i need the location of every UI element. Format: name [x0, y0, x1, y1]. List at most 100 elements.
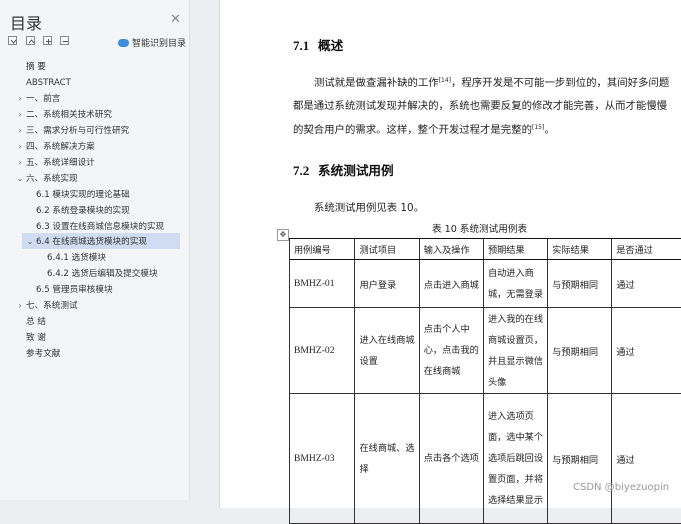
table-cell: 与预期相同: [548, 308, 612, 394]
toc-item-label: 总 结: [26, 317, 46, 327]
table-cell: 点击个人中心，点击我的在线商城: [419, 308, 483, 394]
table-cell: BMHZ-03: [290, 394, 355, 524]
toc-item-6-4-2[interactable]: 6.4.2 选货后编辑及提交模块: [47, 267, 158, 281]
chevron-right-icon[interactable]: ›: [16, 299, 24, 313]
table-cell: 自动进入商城，无需登录: [483, 260, 547, 308]
table-row: BMHZ-03 在线商城、选择 点击各个选项 进入选项页面，选中某个选项后跳回设…: [290, 394, 681, 524]
toc-item-6-4[interactable]: ⌄6.4 在线商城选货模块的实现: [36, 235, 147, 249]
toc-item-6-1[interactable]: 6.1 模块实现的理论基础: [36, 188, 130, 202]
heading-7-2: 7.2 系统测试用例: [293, 160, 394, 179]
table-cell: 与预期相同: [548, 260, 612, 308]
table-cell: 进入选项页面，选中某个选项后跳回设置页面，并将选择结果显示: [483, 394, 547, 524]
toc-item-label: ABSTRACT: [26, 78, 71, 88]
toc-item-summary[interactable]: 总 结: [26, 315, 46, 329]
table-cell: 点击进入商城: [419, 260, 483, 308]
toc-item-label: 6.4.2 选货后编辑及提交模块: [47, 269, 158, 279]
toc-panel: 目录 ✕ 智能识别目录 摘 要 ABSTRACT ›一、前言 ›二、系统相关技术…: [0, 0, 190, 500]
toc-item-ch2[interactable]: ›二、系统相关技术研究: [26, 108, 112, 122]
toc-item-ch3[interactable]: ›三、需求分析与可行性研究: [26, 124, 129, 138]
toc-item-label: 摘 要: [26, 62, 46, 72]
citation: [14]: [439, 77, 451, 84]
column-header: 用例编号: [290, 239, 355, 260]
toc-item-abstract-en[interactable]: ABSTRACT: [26, 76, 71, 90]
toc-item-ch1[interactable]: ›一、前言: [26, 92, 60, 106]
toc-title: 目录: [10, 10, 42, 34]
column-header: 输入及操作: [419, 239, 483, 260]
table-cell: 进入我的在线商城设置页，并且显示微信头像: [483, 308, 547, 394]
table-cell: 在线商城、选择: [355, 394, 419, 524]
table-header-row: 用例编号 测试项目 输入及操作 预期结果 实际结果 是否通过: [290, 239, 681, 260]
table-cell: BMHZ-02: [290, 308, 355, 394]
toc-item-label: 六、系统实现: [26, 174, 78, 184]
toc-item-6-4-1[interactable]: 6.4.1 选货模块: [47, 251, 106, 265]
toc-item-label: 七、系统测试: [26, 301, 78, 311]
table-cell: BMHZ-01: [290, 260, 355, 308]
chevron-right-icon[interactable]: ›: [16, 124, 24, 138]
toc-item-ch6[interactable]: ⌄六、系统实现: [26, 172, 78, 186]
close-icon[interactable]: ✕: [170, 12, 181, 27]
table-cell: 与预期相同: [548, 394, 612, 524]
chevron-down-icon[interactable]: ⌄: [16, 172, 24, 186]
toc-item-label: 6.4 在线商城选货模块的实现: [36, 237, 147, 247]
cloud-icon: [118, 39, 129, 47]
table-cell: 通过: [612, 260, 681, 308]
toc-item-label: 五、系统详细设计: [26, 158, 95, 168]
heading-number: 7.2: [293, 163, 309, 178]
table-cell: 点击各个选项: [419, 394, 483, 524]
heading-number: 7.1: [293, 38, 309, 53]
smart-toc-label: 智能识别目录: [132, 39, 186, 49]
add-icon[interactable]: [43, 36, 52, 45]
toc-item-references[interactable]: 参考文献: [26, 347, 60, 361]
watermark: CSDN @biyezuopin: [573, 482, 669, 493]
toc-item-6-3[interactable]: 6.3 设置在线商城信息模块的实现: [36, 220, 164, 234]
toc-item-label: 6.4.1 选货模块: [47, 253, 106, 263]
toc-item-label: 6.1 模块实现的理论基础: [36, 190, 130, 200]
chevron-down-icon[interactable]: ⌄: [26, 235, 34, 249]
toc-item-label: 6.3 设置在线商城信息模块的实现: [36, 222, 164, 232]
column-header: 是否通过: [612, 239, 681, 260]
toc-item-ch7[interactable]: ›七、系统测试: [26, 299, 78, 313]
table-caption: 表 10 系统测试用例表: [432, 221, 527, 235]
citation: [15]: [532, 124, 544, 131]
toc-item-label: 三、需求分析与可行性研究: [26, 126, 129, 136]
toc-item-abstract-cn[interactable]: 摘 要: [26, 60, 46, 74]
chevron-right-icon[interactable]: ›: [16, 156, 24, 170]
table-row: BMHZ-01 用户登录 点击进入商城 自动进入商城，无需登录 与预期相同 通过: [290, 260, 681, 308]
toc-item-label: 6.5 管理员审核模块: [36, 285, 113, 295]
table-move-handle-icon[interactable]: ✥: [277, 229, 289, 241]
table-cell: 通过: [612, 308, 681, 394]
text-run: 测试就是做查漏补缺的工作: [314, 77, 439, 89]
text-run: 。: [544, 124, 554, 136]
paragraph-table-ref: 系统测试用例见表 10。: [314, 197, 424, 220]
toc-item-label: 四、系统解决方案: [26, 142, 95, 152]
toc-item-label: 一、前言: [26, 94, 60, 104]
collapse-all-icon[interactable]: [8, 36, 17, 45]
heading-7-1: 7.1 概述: [293, 35, 343, 54]
table-cell: 用户登录: [355, 260, 419, 308]
toc-item-label: 6.2 系统登录模块的实现: [36, 206, 130, 216]
table-cell: 进入在线商城设置: [355, 308, 419, 394]
column-header: 预期结果: [483, 239, 547, 260]
expand-icon[interactable]: [26, 36, 35, 45]
smart-toc-button[interactable]: 智能识别目录: [118, 36, 186, 49]
chevron-right-icon[interactable]: ›: [16, 108, 24, 122]
chevron-right-icon[interactable]: ›: [16, 140, 24, 154]
toc-item-thanks[interactable]: 致 谢: [26, 331, 46, 345]
toc-item-label: 参考文献: [26, 349, 60, 359]
toc-item-label: 致 谢: [26, 333, 46, 343]
column-header: 实际结果: [548, 239, 612, 260]
toc-item-ch4[interactable]: ›四、系统解决方案: [26, 140, 95, 154]
document-page[interactable]: 7.1 概述 测试就是做查漏补缺的工作[14]，程序开发是不可能一步到位的，其间…: [219, 0, 681, 508]
remove-icon[interactable]: [60, 36, 69, 45]
paragraph-overview: 测试就是做查漏补缺的工作[14]，程序开发是不可能一步到位的，其间好多问题都是通…: [293, 70, 675, 142]
toc-item-6-5[interactable]: 6.5 管理员审核模块: [36, 283, 113, 297]
toc-item-ch5[interactable]: ›五、系统详细设计: [26, 156, 95, 170]
toc-item-label: 二、系统相关技术研究: [26, 110, 112, 120]
chevron-right-icon[interactable]: ›: [16, 92, 24, 106]
heading-text: 概述: [318, 38, 343, 53]
table-row: BMHZ-02 进入在线商城设置 点击个人中心，点击我的在线商城 进入我的在线商…: [290, 308, 681, 394]
column-header: 测试项目: [355, 239, 419, 260]
table-cell: 通过: [612, 394, 681, 524]
heading-text: 系统测试用例: [318, 163, 394, 178]
toc-item-6-2[interactable]: 6.2 系统登录模块的实现: [36, 204, 130, 218]
